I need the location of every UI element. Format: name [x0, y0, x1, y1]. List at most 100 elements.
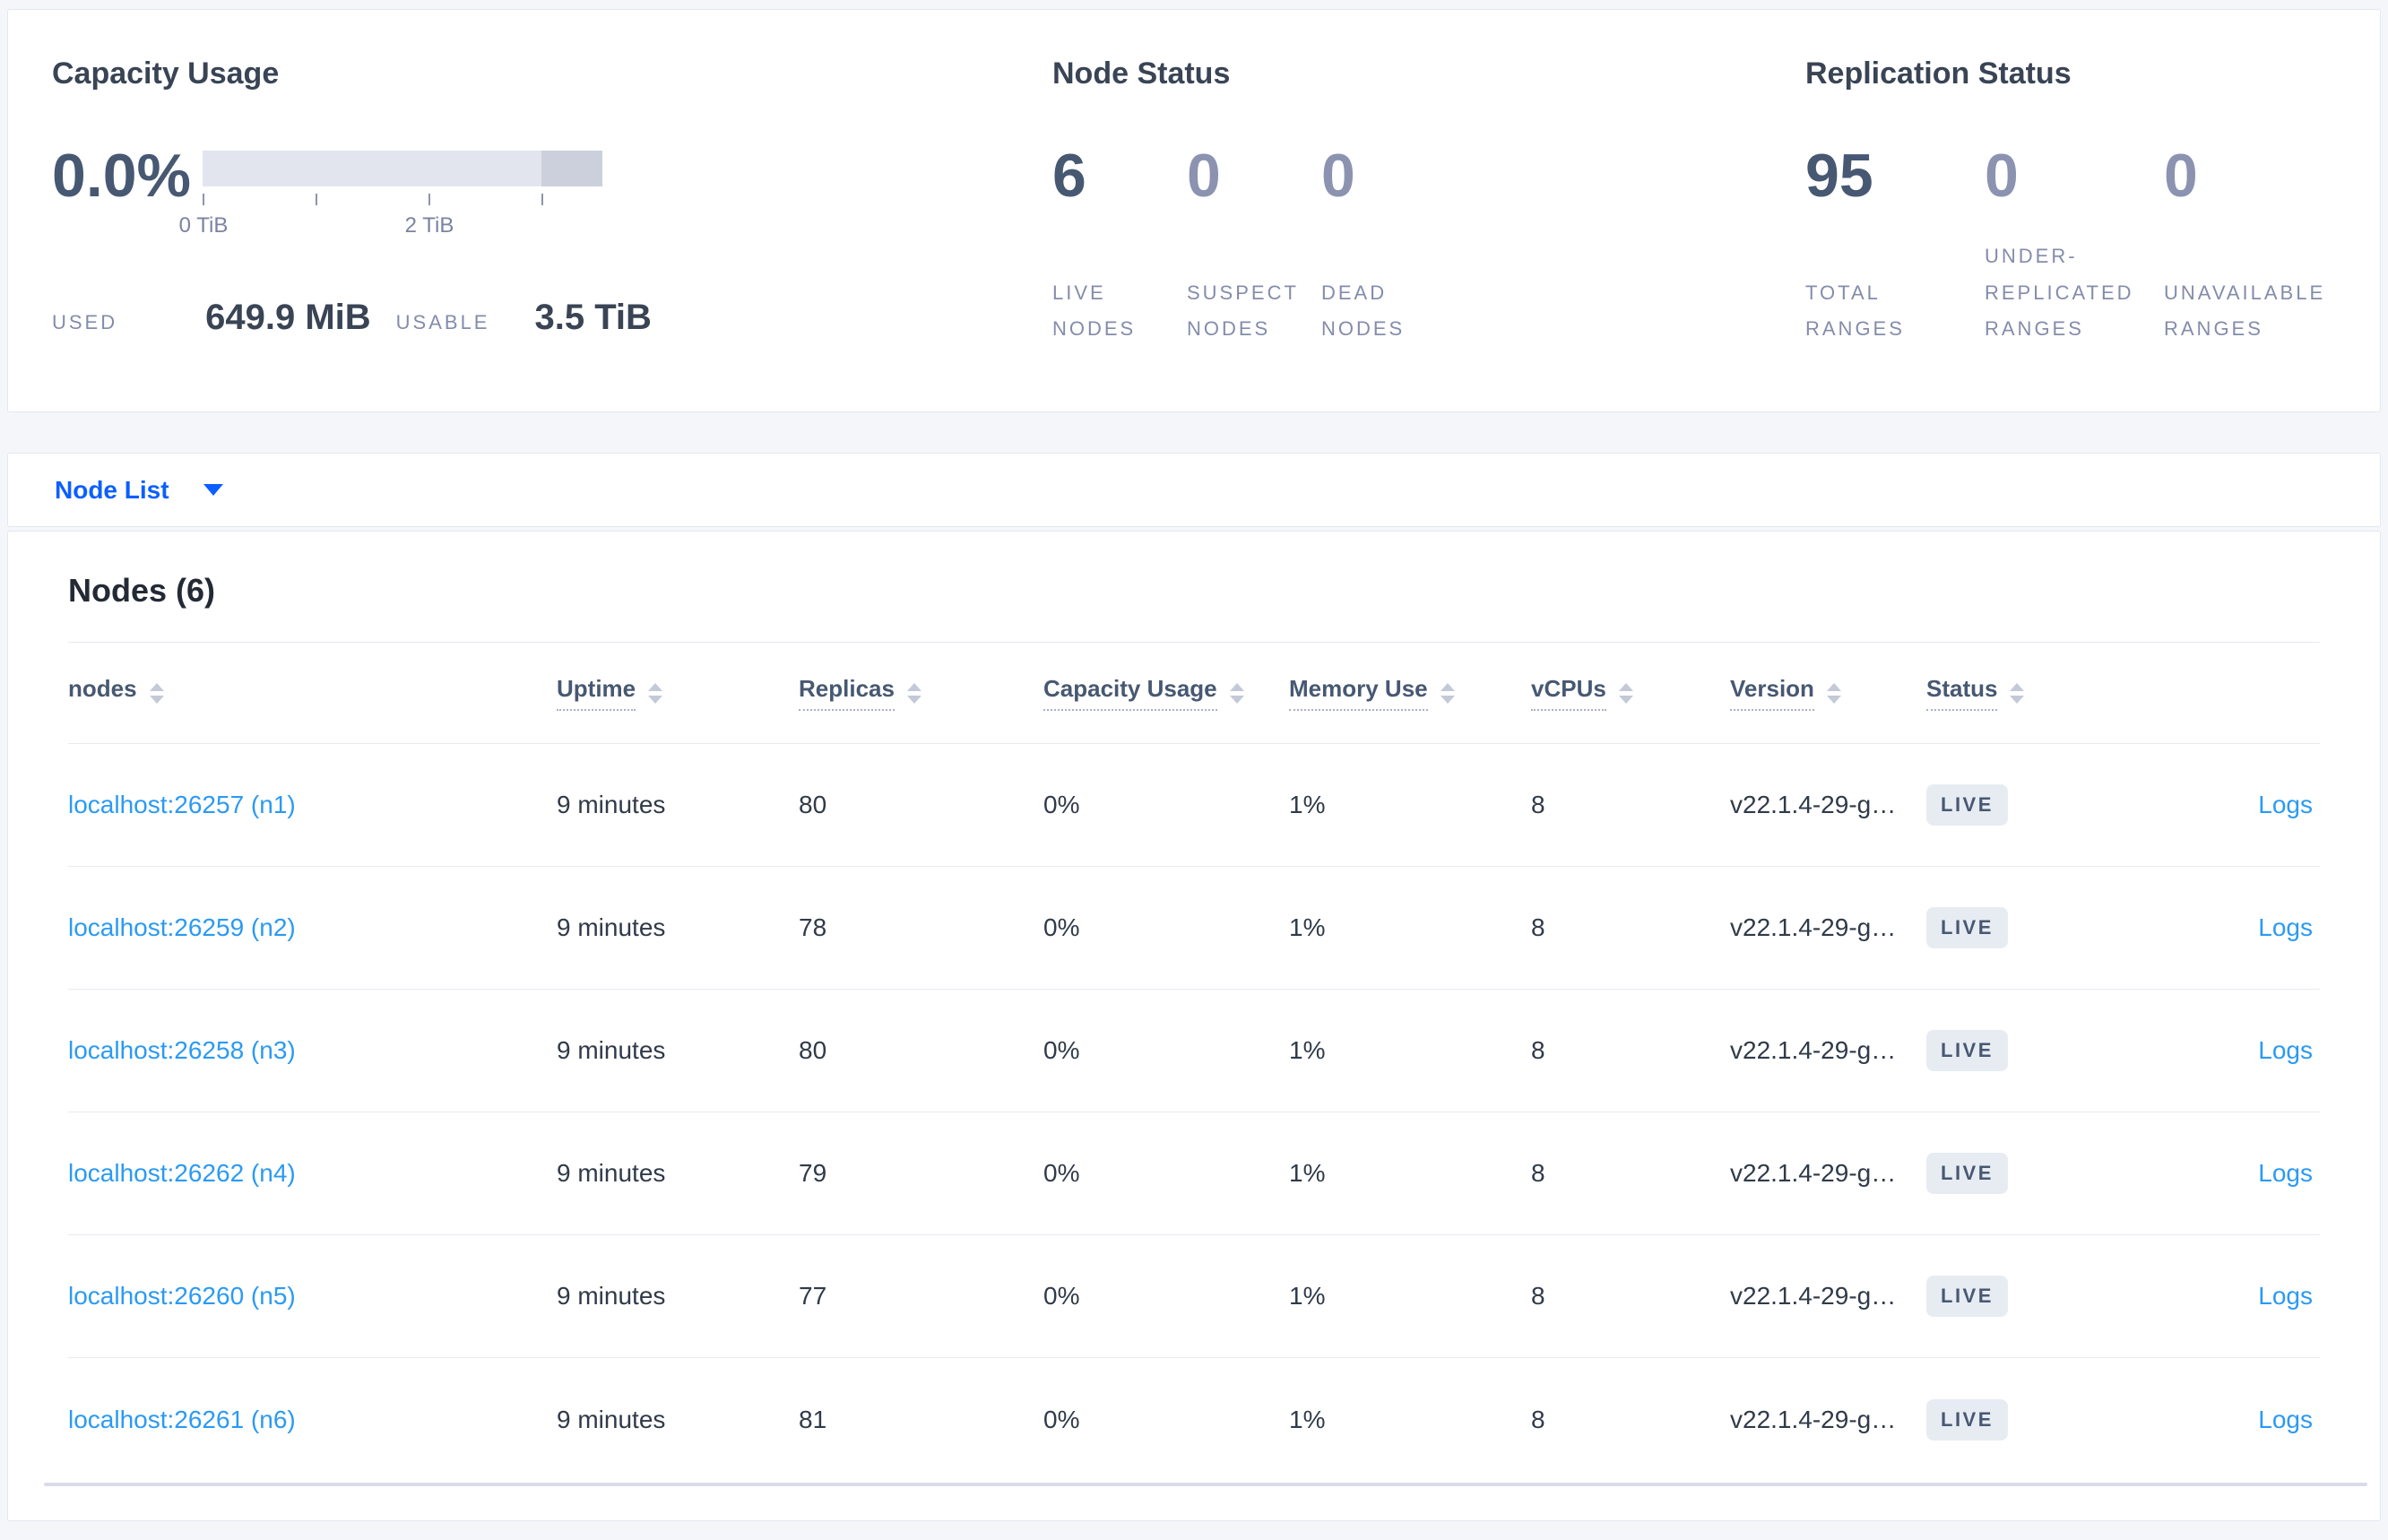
- live-nodes-stat: 6 LIVE NODES: [1052, 140, 1187, 348]
- column-header-vcpus[interactable]: vCPUs: [1531, 675, 1730, 711]
- node-link[interactable]: localhost:26259 (n2): [68, 913, 296, 941]
- axis-label-0tib: 0 TiB: [178, 213, 229, 238]
- suspect-nodes-label: SUSPECT NODES: [1187, 281, 1299, 341]
- vcpus-cell: 8: [1531, 1405, 1545, 1433]
- vcpus-cell: 8: [1531, 1159, 1545, 1187]
- status-badge: LIVE: [1926, 1030, 2008, 1071]
- capacity-axis-ticks: [203, 194, 602, 213]
- total-ranges-stat: 95 TOTAL RANGES: [1805, 140, 1985, 348]
- column-header-replicas[interactable]: Replicas: [799, 675, 1043, 711]
- status-badge: LIVE: [1926, 907, 2008, 948]
- capacity-usage-cell: 0%: [1043, 791, 1080, 818]
- table-row: localhost:26260 (n5) 9 minutes 77 0% 1% …: [68, 1235, 2320, 1358]
- node-list-dropdown[interactable]: Node List: [55, 476, 223, 505]
- used-value: 649.9 MiB: [205, 298, 371, 337]
- logs-link[interactable]: Logs: [2258, 1406, 2313, 1433]
- under-replicated-ranges-label: UNDER-REPLICATED RANGES: [1985, 244, 2134, 341]
- node-link[interactable]: localhost:26257 (n1): [68, 791, 296, 818]
- column-header-capacity[interactable]: Capacity Usage: [1043, 675, 1289, 711]
- node-status-title: Node Status: [1052, 56, 1231, 91]
- unavailable-ranges-stat: 0 UNAVAILABLE RANGES: [2164, 140, 2343, 348]
- uptime-cell: 9 minutes: [557, 1282, 666, 1310]
- total-ranges-value: 95: [1805, 142, 1873, 210]
- column-header-uptime[interactable]: Uptime: [557, 675, 799, 711]
- node-link[interactable]: localhost:26260 (n5): [68, 1282, 296, 1310]
- unavailable-ranges-value: 0: [2164, 142, 2198, 210]
- replicas-cell: 79: [799, 1159, 827, 1187]
- column-header-status[interactable]: Status: [1926, 675, 2116, 711]
- capacity-usage-cell: 0%: [1043, 913, 1080, 941]
- dead-nodes-stat: 0 DEAD NODES: [1321, 140, 1456, 348]
- capacity-usage-panel: Capacity Usage 0.0% 0 TiB 2 TiB USED 649…: [52, 56, 1052, 348]
- memory-use-cell: 1%: [1289, 1036, 1326, 1064]
- capacity-usage-cell: 0%: [1043, 1282, 1080, 1310]
- capacity-usage-cell: 0%: [1043, 1036, 1080, 1064]
- table-row: localhost:26257 (n1) 9 minutes 80 0% 1% …: [68, 744, 2320, 867]
- cluster-summary-card: Capacity Usage 0.0% 0 TiB 2 TiB USED 649…: [7, 9, 2381, 412]
- nodes-table-title: Nodes (6): [68, 572, 216, 609]
- capacity-bar-reserved-segment: [541, 151, 602, 186]
- replicas-cell: 80: [799, 1036, 827, 1064]
- capacity-usage-title: Capacity Usage: [52, 56, 280, 91]
- uptime-cell: 9 minutes: [557, 1405, 666, 1433]
- replicas-cell: 80: [799, 791, 827, 818]
- capacity-axis-labels: 0 TiB 2 TiB: [179, 213, 602, 240]
- table-row: localhost:26262 (n4) 9 minutes 79 0% 1% …: [68, 1112, 2320, 1235]
- used-label: USED: [52, 311, 118, 333]
- status-badge: LIVE: [1926, 1276, 2008, 1317]
- dead-nodes-value: 0: [1321, 142, 1355, 210]
- version-cell: v22.1.4-29-g…: [1730, 1036, 1897, 1064]
- memory-use-cell: 1%: [1289, 1159, 1326, 1187]
- column-header-version[interactable]: Version: [1730, 675, 1926, 711]
- logs-link[interactable]: Logs: [2258, 1282, 2313, 1310]
- sort-icon: [1826, 682, 1841, 704]
- under-replicated-ranges-stat: 0 UNDER-REPLICATED RANGES: [1985, 140, 2164, 348]
- view-selector-strip: Node List: [7, 453, 2381, 527]
- memory-use-cell: 1%: [1289, 1282, 1326, 1310]
- version-cell: v22.1.4-29-g…: [1730, 1282, 1897, 1310]
- total-ranges-label: TOTAL RANGES: [1805, 281, 1905, 341]
- vcpus-cell: 8: [1531, 913, 1545, 941]
- node-link[interactable]: localhost:26258 (n3): [68, 1036, 296, 1064]
- version-cell: v22.1.4-29-g…: [1730, 791, 1897, 818]
- sort-icon: [906, 682, 921, 704]
- live-nodes-label: LIVE NODES: [1052, 281, 1137, 341]
- table-row: localhost:26261 (n6) 9 minutes 81 0% 1% …: [68, 1358, 2320, 1481]
- capacity-bar-chart: 0 TiB 2 TiB: [179, 142, 602, 240]
- logs-link[interactable]: Logs: [2258, 1159, 2313, 1187]
- uptime-cell: 9 minutes: [557, 1036, 666, 1064]
- status-badge: LIVE: [1926, 784, 2008, 826]
- replicas-cell: 78: [799, 913, 827, 941]
- live-nodes-value: 6: [1052, 142, 1086, 210]
- replication-status-panel: Replication Status 95 TOTAL RANGES 0 UND…: [1805, 56, 2343, 348]
- logs-link[interactable]: Logs: [2258, 791, 2313, 818]
- column-header-memory[interactable]: Memory Use: [1289, 675, 1531, 711]
- table-body: localhost:26257 (n1) 9 minutes 80 0% 1% …: [68, 744, 2320, 1481]
- axis-label-2tib: 2 TiB: [404, 213, 454, 238]
- table-header-row: nodes Uptime Replicas Capacity Usage Memory …: [68, 642, 2320, 744]
- memory-use-cell: 1%: [1289, 1405, 1326, 1433]
- sort-icon: [1440, 682, 1455, 704]
- replicas-cell: 77: [799, 1282, 827, 1310]
- replicas-cell: 81: [799, 1405, 827, 1433]
- vcpus-cell: 8: [1531, 1036, 1545, 1064]
- logs-link[interactable]: Logs: [2258, 1036, 2313, 1064]
- unavailable-ranges-label: UNAVAILABLE RANGES: [2164, 281, 2326, 341]
- capacity-usage-cell: 0%: [1043, 1405, 1080, 1433]
- sort-icon: [1618, 682, 1633, 704]
- capacity-usage-cell: 0%: [1043, 1159, 1080, 1187]
- sort-icon: [1229, 682, 1244, 704]
- dead-nodes-label: DEAD NODES: [1321, 281, 1406, 341]
- horizontal-scrollbar[interactable]: [44, 1483, 2367, 1486]
- status-badge: LIVE: [1926, 1153, 2008, 1194]
- node-link[interactable]: localhost:26261 (n6): [68, 1406, 296, 1433]
- nodes-table-card: Nodes (6) nodes Uptime Replicas Capacity Us…: [7, 531, 2381, 1521]
- vcpus-cell: 8: [1531, 791, 1545, 818]
- logs-link[interactable]: Logs: [2258, 913, 2313, 941]
- uptime-cell: 9 minutes: [557, 791, 666, 818]
- chevron-down-icon: [203, 484, 223, 496]
- column-header-nodes[interactable]: nodes: [68, 675, 557, 711]
- sort-icon: [149, 682, 164, 704]
- uptime-cell: 9 minutes: [557, 913, 666, 941]
- node-link[interactable]: localhost:26262 (n4): [68, 1159, 296, 1187]
